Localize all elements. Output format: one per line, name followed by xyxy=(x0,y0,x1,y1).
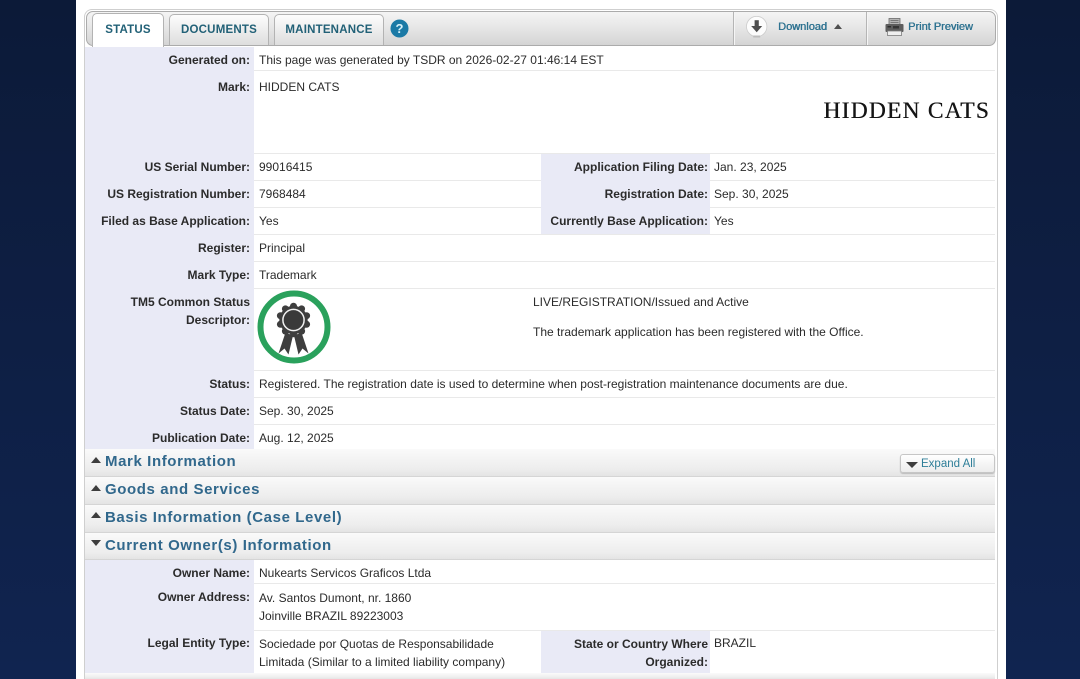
svg-text:?: ? xyxy=(396,21,404,36)
